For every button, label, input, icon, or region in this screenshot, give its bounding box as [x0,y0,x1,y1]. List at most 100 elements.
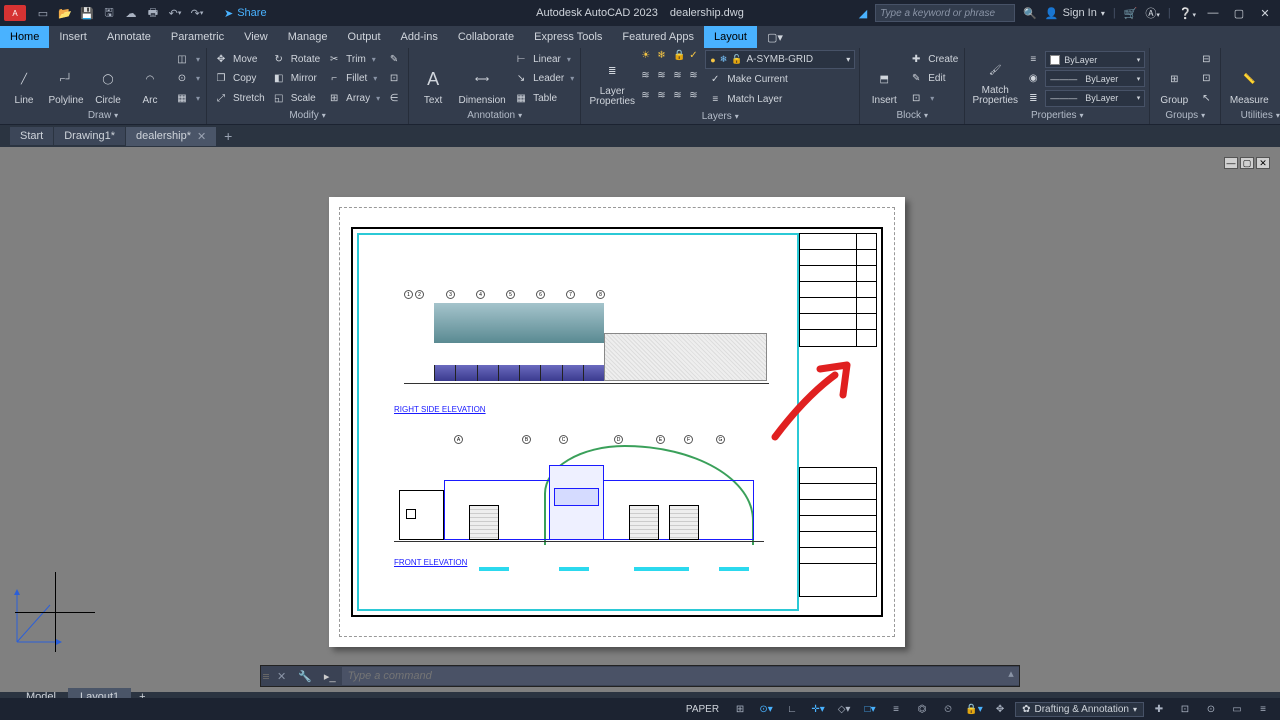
panel-layers-title[interactable]: Layers▾ [585,109,855,125]
layer-icon-4[interactable]: ✓ [689,50,703,64]
anno-toggle[interactable]: ⏣ [911,700,933,718]
array-button[interactable]: ⊞Array [324,89,382,108]
move-button[interactable]: ✥Move [211,50,267,69]
panel-draw-title[interactable]: Draw▾ [4,108,202,124]
block-misc[interactable]: ⊡ [906,89,960,108]
tab-addins[interactable]: Add-ins [391,26,448,48]
match-layer-button[interactable]: ≡Match Layer [705,90,784,109]
layer-icon-2[interactable]: ❄ [657,50,671,64]
cmdline-customize[interactable]: 🔧 [292,670,318,683]
lineweight-toggle[interactable]: ≡ [885,700,907,718]
tab-featured-apps[interactable]: Featured Apps [612,26,704,48]
edit-block-button[interactable]: ✎Edit [906,69,960,88]
add-file-tab[interactable]: + [217,128,239,144]
trim-button[interactable]: ✂Trim [324,50,382,69]
mirror-button[interactable]: ◧Mirror [269,69,322,88]
layer-properties-button[interactable]: ≣LayerProperties [585,50,639,109]
table-button[interactable]: ▦Table [511,89,576,108]
linetype-dropdown[interactable]: ———ByLayer▾ [1045,90,1145,107]
tab-insert[interactable]: Insert [49,26,97,48]
draw-misc-1[interactable]: ◫ [172,50,202,69]
cmdline-close[interactable]: ✕ [271,670,292,683]
arc-button[interactable]: ◠Arc [130,50,170,108]
sign-in-button[interactable]: 👤 Sign In ▾ [1045,7,1105,20]
layer-icon-3[interactable]: 🔒 [673,50,687,64]
scale-button[interactable]: ◱Scale [269,89,322,108]
ortho-toggle[interactable]: ∟ [781,700,803,718]
tab-layout[interactable]: Layout [704,26,757,48]
modify-misc-1[interactable]: ✎ [384,50,404,69]
vp-close[interactable]: ✕ [1256,157,1270,169]
insert-button[interactable]: ⬒Insert [864,50,904,108]
match-properties-button[interactable]: 🖌MatchProperties [969,50,1021,108]
anno-scale[interactable]: ⏲ [937,700,959,718]
create-block-button[interactable]: ✚Create [906,50,960,69]
close-button[interactable]: ✕ [1256,4,1274,22]
lineweight-dropdown[interactable]: ———ByLayer▾ [1045,70,1145,87]
autodesk-icon[interactable]: ◢ [859,7,867,20]
new-icon[interactable]: ▭ [34,4,52,22]
fillet-button[interactable]: ⌐Fillet [324,69,382,88]
tab-express-tools[interactable]: Express Tools [524,26,612,48]
customize-status[interactable]: ≡ [1252,700,1274,718]
layer-icon-1[interactable]: ☀ [641,50,655,64]
panel-annotation-title[interactable]: Annotation▾ [413,108,576,124]
color-dropdown[interactable]: ByLayer▾ [1045,51,1145,68]
app-icon[interactable]: A [4,5,26,21]
open-icon[interactable]: 📂 [56,4,74,22]
plot-icon[interactable]: 🖶 [144,4,162,22]
modify-misc-3[interactable]: ∈ [384,89,404,108]
space-indicator[interactable]: PAPER [680,704,725,715]
workspace-dropdown[interactable]: ✿Drafting & Annotation▾ [1015,702,1144,717]
vp-maximize[interactable]: ▢ [1240,157,1254,169]
viewport[interactable]: 1 2 3 4 5 6 7 8 RIGHT SIDE ELEVATION A [357,233,799,611]
draw-misc-2[interactable]: ⊙ [172,69,202,88]
rotate-button[interactable]: ↻Rotate [269,50,322,69]
maximize-button[interactable]: ▢ [1230,4,1248,22]
clean-screen[interactable]: ▭ [1226,700,1248,718]
line-button[interactable]: ╱Line [4,50,44,108]
tab-collaborate[interactable]: Collaborate [448,26,524,48]
file-tab-dealership[interactable]: dealership*✕ [126,127,217,146]
file-tab-start[interactable]: Start [10,127,54,145]
tab-annotate[interactable]: Annotate [97,26,161,48]
save-icon[interactable]: 💾 [78,4,96,22]
cart-icon[interactable]: 🛒 [1124,7,1138,20]
stretch-button[interactable]: ⤢Stretch [211,89,267,108]
polyline-button[interactable]: ⌐┘Polyline [46,50,86,108]
saveas-icon[interactable]: 🖫 [100,4,118,22]
anno-vis[interactable]: ✥ [989,700,1011,718]
panel-groups-title[interactable]: Groups▾ [1154,108,1216,124]
panel-utilities-title[interactable]: Utilities▾ [1225,108,1280,124]
panel-modify-title[interactable]: Modify▾ [211,108,404,124]
iso-toggle[interactable]: ◇▾ [833,700,855,718]
viewport-lock[interactable]: 🔒▾ [963,700,985,718]
modify-misc-2[interactable]: ⊡ [384,69,404,88]
minimize-button[interactable]: — [1204,4,1222,22]
snap-toggle[interactable]: ⊙▾ [755,700,777,718]
tab-extra[interactable]: ▢▾ [757,26,793,48]
circle-button[interactable]: ◯Circle [88,50,128,108]
app-store-icon[interactable]: Ⓐ▾ [1145,5,1160,21]
tab-output[interactable]: Output [338,26,391,48]
osnap-toggle[interactable]: □▾ [859,700,881,718]
hardware-accel[interactable]: ⊙ [1200,700,1222,718]
linear-button[interactable]: ⊢Linear [511,50,576,69]
tab-parametric[interactable]: Parametric [161,26,234,48]
draw-misc-3[interactable]: ▦ [172,89,202,108]
file-tab-drawing1[interactable]: Drawing1* [54,127,126,145]
cmdline-grip[interactable] [261,672,271,681]
help-icon[interactable]: ❔▾ [1179,7,1196,20]
isolate-toggle[interactable]: ⊡ [1174,700,1196,718]
group-button[interactable]: ⊞Group [1154,50,1194,108]
search-icon[interactable]: 🔍 [1023,7,1037,20]
grid-toggle[interactable]: ⊞ [729,700,751,718]
undo-icon[interactable]: ↶▾ [166,4,184,22]
tab-manage[interactable]: Manage [278,26,338,48]
vp-minimize[interactable]: — [1224,157,1238,169]
cmdline-expand[interactable]: ▴ [1003,667,1019,685]
text-button[interactable]: AText [413,50,453,108]
leader-button[interactable]: ↘Leader [511,69,576,88]
command-input[interactable] [342,667,1003,685]
search-input[interactable]: Type a keyword or phrase [875,4,1015,22]
